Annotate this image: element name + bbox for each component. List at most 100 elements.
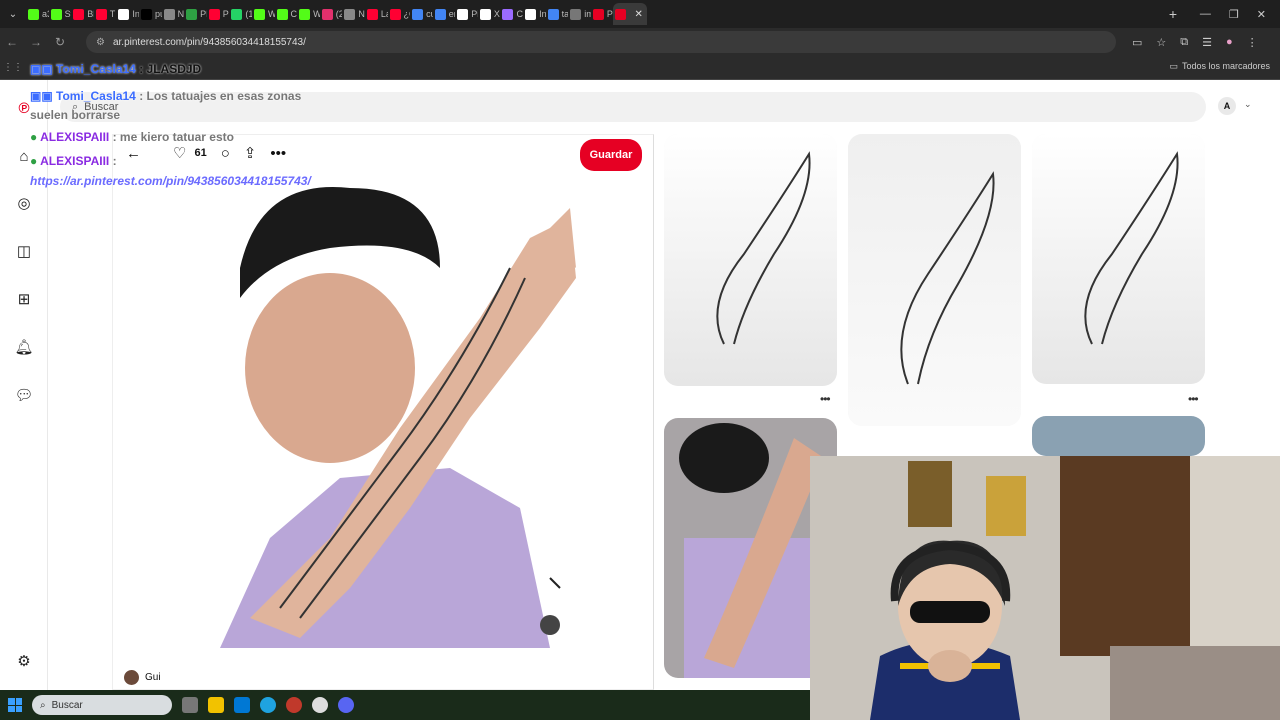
all-bookmarks[interactable]: ▭ Todos los marcadores xyxy=(1169,61,1270,72)
browser-tab[interactable]: TIN xyxy=(94,3,117,25)
messages-icon[interactable]: 💬︎ xyxy=(14,385,34,405)
related-pin-5[interactable] xyxy=(1032,416,1205,456)
browser-tab[interactable]: cu xyxy=(410,3,433,25)
url-field[interactable]: ⚙ ar.pinterest.com/pin/94385603441815574… xyxy=(86,31,1116,53)
heart-icon[interactable]: ♡ xyxy=(173,144,186,162)
browser-tab[interactable]: Str xyxy=(49,3,71,25)
profile-avatar-icon[interactable]: ● xyxy=(1226,36,1233,49)
create-icon[interactable]: ⊞ xyxy=(14,289,34,309)
browser-tab[interactable]: ¿C xyxy=(388,3,411,25)
app-icon[interactable] xyxy=(286,697,302,713)
taskbar-search[interactable]: ⌕ Buscar xyxy=(32,695,172,715)
apps-grid-icon[interactable]: ⋮⋮ xyxy=(0,62,26,73)
tab-favicon-icon xyxy=(366,8,378,20)
browser-tab[interactable]: ✕ xyxy=(613,3,648,25)
tab-title: TIN xyxy=(109,9,117,19)
menu-kebab-icon[interactable]: ⋮ xyxy=(1247,36,1258,49)
browser-tab[interactable]: im xyxy=(568,3,591,25)
browser-tab[interactable]: Pi xyxy=(455,3,478,25)
browser-tab[interactable]: XE xyxy=(478,3,500,25)
browser-tab[interactable]: ta xyxy=(546,3,568,25)
tab-title: Pir xyxy=(606,9,614,19)
back-icon[interactable]: ← xyxy=(0,35,24,49)
tab-favicon-icon xyxy=(50,8,62,20)
reload-icon[interactable]: ↻ xyxy=(48,35,72,49)
share-icon[interactable]: ⇪ xyxy=(244,144,257,162)
tab-favicon-icon xyxy=(389,8,401,20)
home-icon[interactable]: ⌂ xyxy=(14,146,34,166)
webcam-overlay xyxy=(810,456,1280,720)
more-options-icon[interactable]: ••• xyxy=(820,392,831,406)
browser-tab[interactable]: (14 xyxy=(229,3,252,25)
browser-tab[interactable]: PR xyxy=(184,3,207,25)
browser-tab[interactable]: Ini xyxy=(116,3,139,25)
bookmark-star-icon[interactable]: ☆ xyxy=(1156,36,1166,49)
tab-search-icon[interactable]: ⌄ xyxy=(0,0,26,28)
save-button[interactable]: Guardar xyxy=(580,139,642,171)
settings-gear-icon[interactable]: ⚙ xyxy=(14,651,34,671)
tab-favicon-icon xyxy=(615,8,627,20)
tab-favicon-icon xyxy=(479,8,491,20)
related-pin-3[interactable] xyxy=(1032,134,1205,384)
extensions-icon[interactable]: ⧉ xyxy=(1180,36,1188,49)
browser-tab[interactable]: Pe xyxy=(207,3,229,25)
close-icon[interactable]: ✕ xyxy=(1257,8,1266,21)
tab-title: Ini xyxy=(539,9,546,19)
browser-tab[interactable]: La xyxy=(365,3,388,25)
browser-tab[interactable]: Ca xyxy=(500,3,523,25)
forward-icon[interactable]: → xyxy=(24,35,48,49)
more-options-icon[interactable]: ••• xyxy=(270,145,286,162)
discord-icon[interactable] xyxy=(338,697,354,713)
browser-tab[interactable]: (2 xyxy=(320,3,342,25)
tab-favicon-icon xyxy=(434,8,446,20)
search-input[interactable]: ⌕ Buscar xyxy=(60,92,1206,122)
new-tab-button[interactable]: + xyxy=(1160,6,1186,22)
tab-favicon-icon xyxy=(592,8,604,20)
all-bookmarks-label: Todos los marcadores xyxy=(1181,61,1270,71)
task-view-icon[interactable] xyxy=(182,697,198,713)
browser-tab[interactable]: We xyxy=(252,3,275,25)
browser-tab[interactable]: Pir xyxy=(591,3,614,25)
edge-icon[interactable] xyxy=(260,697,276,713)
related-pin-2[interactable] xyxy=(848,134,1021,426)
pin-author[interactable]: Gui xyxy=(124,670,161,685)
boards-icon[interactable]: ◫ xyxy=(14,241,34,261)
more-options-icon[interactable]: ••• xyxy=(1188,392,1199,406)
tab-title: im xyxy=(584,9,591,19)
minimize-icon[interactable]: — xyxy=(1200,8,1211,21)
site-info-icon[interactable]: ⚙ xyxy=(96,37,105,48)
browser-tab[interactable]: pu xyxy=(139,3,162,25)
comment-icon[interactable]: ○ xyxy=(221,145,230,162)
browser-tab[interactable]: a3i xyxy=(26,3,49,25)
tab-title: ¿C xyxy=(403,9,411,19)
explore-icon[interactable]: ◎ xyxy=(14,193,34,213)
browser-tab[interactable]: Nu xyxy=(162,3,184,25)
reading-list-icon[interactable]: ☰ xyxy=(1202,36,1212,49)
file-explorer-icon[interactable] xyxy=(208,697,224,713)
chevron-down-icon[interactable]: ⌄ xyxy=(1244,99,1252,110)
tab-title: cu xyxy=(426,9,433,19)
pin-image[interactable] xyxy=(190,178,576,648)
tab-favicon-icon xyxy=(118,8,130,20)
chrome-icon[interactable] xyxy=(312,697,328,713)
browser-tab[interactable]: Bh xyxy=(71,3,94,25)
pinterest-logo-icon[interactable]: ℗ xyxy=(14,98,34,118)
browser-tab[interactable]: Ch xyxy=(275,3,297,25)
windows-start-icon[interactable] xyxy=(8,698,22,712)
related-pin-1[interactable] xyxy=(664,134,837,386)
browser-tab[interactable]: We xyxy=(297,3,320,25)
maximize-icon[interactable]: ❐ xyxy=(1229,8,1239,21)
browser-tab[interactable]: Ini xyxy=(523,3,546,25)
back-arrow-icon[interactable]: ← xyxy=(126,145,141,162)
browser-tab[interactable]: en xyxy=(433,3,455,25)
tab-close-icon[interactable]: ✕ xyxy=(634,9,642,20)
tab-favicon-icon xyxy=(525,8,537,20)
browser-tab[interactable]: Nu xyxy=(342,3,365,25)
tab-favicon-icon xyxy=(412,8,424,20)
cast-icon[interactable]: ▭ xyxy=(1132,36,1142,49)
store-icon[interactable] xyxy=(234,697,250,713)
sound-icon[interactable] xyxy=(540,615,560,635)
notifications-bell-icon[interactable]: 🔔︎ xyxy=(14,337,34,357)
account-avatar[interactable]: A xyxy=(1218,97,1236,115)
search-icon: ⌕ xyxy=(72,100,79,113)
